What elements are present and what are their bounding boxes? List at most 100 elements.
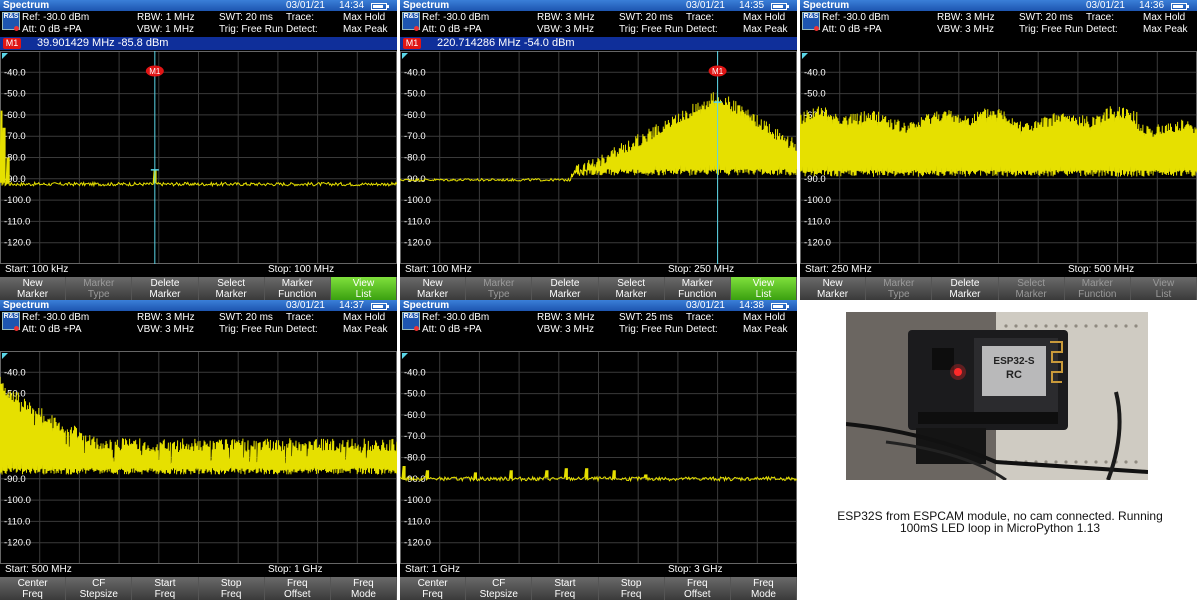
y-tick-label: -110.0 — [804, 216, 830, 227]
softkey-new-marker[interactable]: New Marker — [800, 277, 866, 300]
softkey-freq-offset[interactable]: Freq Offset — [264, 577, 330, 600]
softkey-start-freq[interactable]: Start Freq — [132, 577, 198, 600]
y-tick-label: -70.0 — [404, 131, 426, 142]
time-label: 14:36 — [1139, 0, 1165, 11]
spectrum-plot[interactable]: -40.0-50.0-60.0-70.0-80.0-90.0-100.0-110… — [400, 51, 797, 264]
y-tick-label: -80.0 — [404, 153, 426, 164]
softkey-new-marker[interactable]: New Marker — [400, 277, 466, 300]
y-tick-label: -50.0 — [4, 89, 26, 100]
battery-icon — [371, 302, 389, 310]
softkey-bar: New Marker Marker Type Delete Marker Select… — [0, 277, 397, 300]
spectrum-plot[interactable]: -40.0-50.0-60.0-70.0-80.0-90.0-100.0-110… — [0, 51, 397, 264]
marker-readout-bar[interactable]: M1 39.901429 MHz -85.8 dBm — [0, 37, 397, 50]
y-tick-label: -120.0 — [4, 238, 31, 249]
stop-freq-label: Stop: 3 GHz — [668, 564, 723, 575]
stop-freq-label: Stop: 250 MHz — [668, 264, 735, 275]
softkey-marker-function[interactable]: Marker Function — [264, 277, 330, 300]
spectrum-panel: Spectrum 03/01/21 14:38 R&S Ref: -30.0 dBm RB… — [400, 300, 797, 600]
start-freq-label: Start: 100 MHz — [405, 264, 472, 275]
trace-label: Trace: — [1086, 12, 1114, 23]
softkey-marker-function[interactable]: Marker Function — [664, 277, 730, 300]
softkey-delete-marker[interactable]: Delete Marker — [932, 277, 998, 300]
softkey-marker-type: Marker Type — [466, 277, 532, 300]
softkey-freq-mode[interactable]: Freq Mode — [730, 577, 797, 600]
y-tick-label: -100.0 — [804, 195, 831, 206]
y-tick-label: -40.0 — [4, 67, 26, 78]
marker-readout-bar[interactable]: M1 220.714286 MHz -54.0 dBm — [400, 37, 797, 50]
app-title: Spectrum — [403, 300, 450, 311]
softkey-select-marker[interactable]: Select Marker — [198, 277, 264, 300]
vbw-label: VBW: 3 MHz — [137, 324, 195, 335]
spectrum-panel: Spectrum 03/01/21 14:35 R&S Ref: -30.0 dBm RB… — [400, 0, 797, 300]
board-brand: RC — [1006, 369, 1022, 381]
y-tick-label: -50.0 — [404, 389, 426, 400]
att-label: Att: 0 dB +PA — [814, 24, 882, 36]
softkey-stop-freq[interactable]: Stop Freq — [198, 577, 264, 600]
start-freq-label: Start: 500 MHz — [5, 564, 72, 575]
spectrum-plot[interactable]: -40.0-50.0-60.0-70.0-80.0-90.0-100.0-110… — [0, 351, 397, 564]
ref-level-arrow-icon — [402, 53, 408, 59]
detect-mode: Max Peak — [743, 24, 788, 35]
y-tick-label: -120.0 — [404, 538, 431, 549]
app-title: Spectrum — [803, 0, 850, 11]
softkey-cf-stepsize[interactable]: CF Stepsize — [466, 577, 532, 600]
marker-tag: M1 — [403, 38, 421, 49]
detect-mode: Max Peak — [743, 324, 788, 335]
softkey-stop-freq[interactable]: Stop Freq — [598, 577, 664, 600]
y-tick-label: -80.0 — [404, 453, 426, 464]
softkey-marker-type: Marker Type — [66, 277, 132, 300]
spectrum-plot[interactable]: -40.0-50.0-60.0-70.0-80.0-90.0-100.0-110… — [400, 351, 797, 564]
detect-mode: Max Peak — [1143, 24, 1188, 35]
softkey-delete-marker[interactable]: Delete Marker — [532, 277, 598, 300]
att-label: Att: 0 dB +PA — [14, 24, 82, 36]
att-label: Att: 0 dB +PA — [414, 24, 482, 36]
att-value: Att: 0 dB +PA — [822, 24, 882, 35]
softkey-select-marker[interactable]: Select Marker — [598, 277, 664, 300]
softkey-freq-offset[interactable]: Freq Offset — [664, 577, 730, 600]
softkey-view-list[interactable]: View List — [330, 277, 397, 300]
title-bar: Spectrum 03/01/21 14:36 — [800, 0, 1197, 11]
softkey-bar: New Marker Marker Type Delete Marker Select… — [800, 277, 1197, 300]
softkey-center-freq[interactable]: Center Freq — [400, 577, 466, 600]
softkey-freq-mode[interactable]: Freq Mode — [330, 577, 397, 600]
trace-label: Trace: — [686, 312, 714, 323]
detect-mode: Max Peak — [343, 324, 388, 335]
y-tick-label: -50.0 — [804, 89, 826, 100]
time-label: 14:35 — [739, 0, 765, 11]
y-tick-label: -100.0 — [4, 195, 31, 206]
marker-readout: 220.714286 MHz -54.0 dBm — [437, 37, 575, 49]
trig-label: Trig: Free Run — [619, 24, 684, 35]
detect-label: Detect: — [686, 324, 718, 335]
ref-label: Ref: -30.0 dBm — [422, 312, 490, 323]
battery-icon — [771, 302, 789, 310]
y-tick-label: -60.0 — [404, 110, 426, 121]
softkey-start-freq[interactable]: Start Freq — [532, 577, 598, 600]
softkey-new-marker[interactable]: New Marker — [0, 277, 66, 300]
softkey-center-freq[interactable]: Center Freq — [0, 577, 66, 600]
softkey-cf-stepsize[interactable]: CF Stepsize — [66, 577, 132, 600]
spectrum-trace — [800, 106, 1197, 177]
app-title: Spectrum — [403, 0, 450, 11]
esp32-board-image: ESP32-S RC — [846, 312, 1148, 480]
detect-mode: Max Peak — [343, 24, 388, 35]
rbw-label: RBW: 3 MHz — [937, 12, 995, 23]
marker-flag-label: M1 — [149, 67, 161, 76]
ref-level-arrow-icon — [2, 53, 8, 59]
trace-mode: Max Hold — [743, 312, 786, 323]
y-tick-label: -90.0 — [804, 174, 826, 185]
trace-label: Trace: — [286, 312, 314, 323]
vbw-label: VBW: 1 MHz — [137, 24, 195, 35]
softkey-view-list[interactable]: View List — [730, 277, 797, 300]
y-tick-label: -100.0 — [4, 495, 31, 506]
app-title: Spectrum — [3, 0, 50, 11]
softkey-delete-marker[interactable]: Delete Marker — [132, 277, 198, 300]
spectrum-plot[interactable]: -40.0-50.0-60.0-70.0-80.0-90.0-100.0-110… — [800, 51, 1197, 264]
swt-label: SWT: 20 ms — [219, 312, 273, 323]
softkey-select-marker: Select Marker — [998, 277, 1064, 300]
y-tick-label: -100.0 — [404, 195, 431, 206]
battery-icon — [1171, 2, 1189, 10]
y-tick-label: -70.0 — [4, 131, 26, 142]
stop-freq-label: Stop: 100 MHz — [268, 264, 335, 275]
softkey-bar: New Marker Marker Type Delete Marker Select… — [400, 277, 797, 300]
trig-label: Trig: Free Run — [219, 24, 284, 35]
